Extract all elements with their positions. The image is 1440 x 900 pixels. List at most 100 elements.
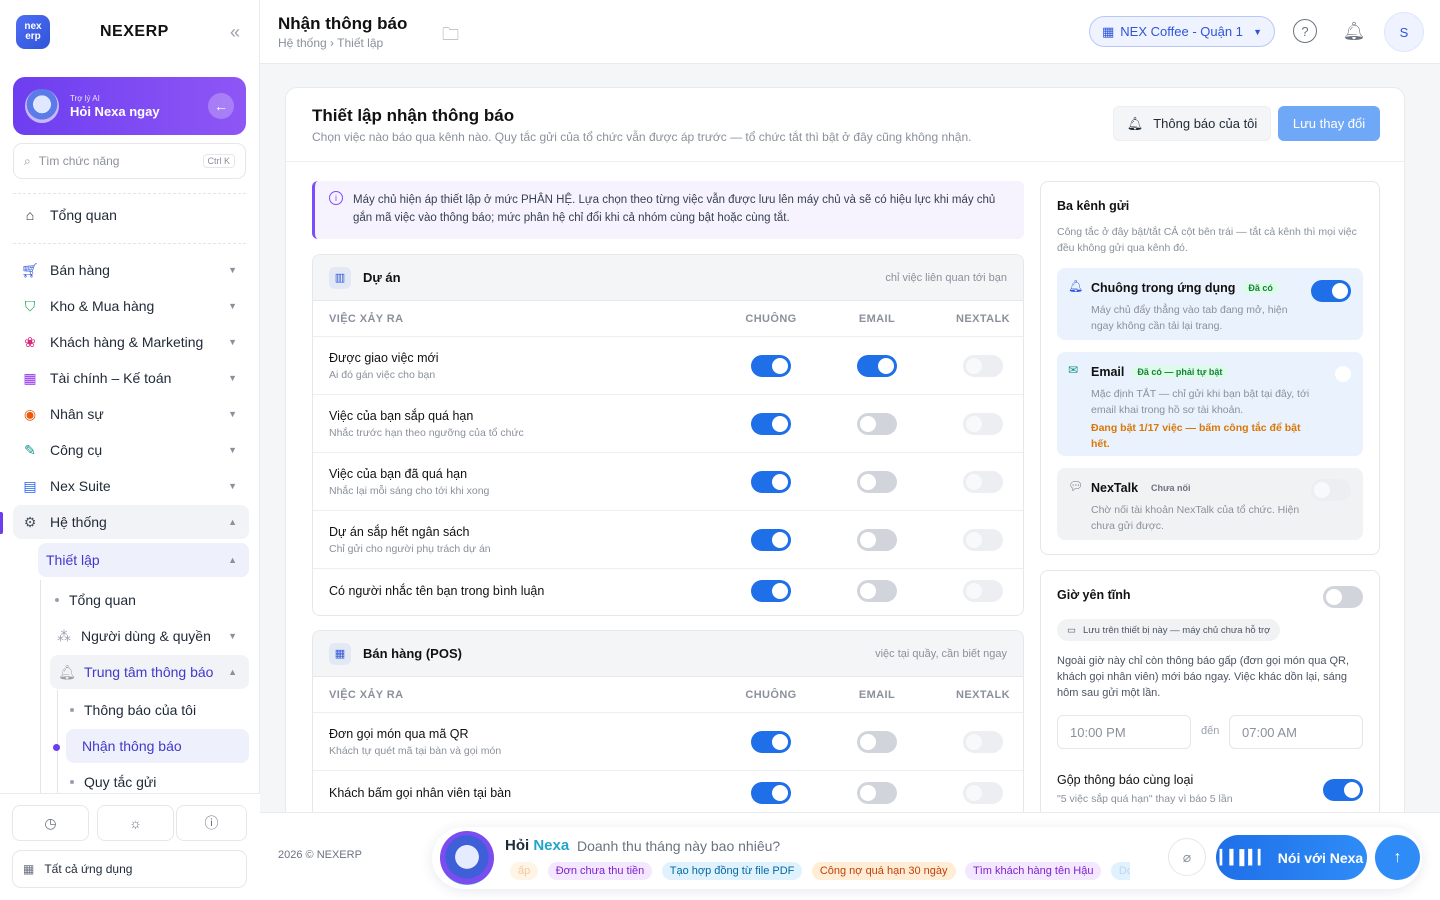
- ask-nexa-card[interactable]: Trợ lý AI Hỏi Nexa ngay ←: [13, 77, 246, 135]
- chevron-down-icon: ▼: [228, 265, 237, 275]
- bell-icon: 🔔︎: [58, 663, 76, 680]
- sidebar-item-users-permissions[interactable]: ⁂ Người dùng & quyền ▼: [47, 619, 249, 653]
- my-notifications-button[interactable]: 🔔︎ Thông báo của tôi: [1113, 106, 1271, 141]
- help-icon[interactable]: ?: [1293, 19, 1317, 43]
- chevron-down-icon: ▼: [228, 373, 237, 383]
- send-button[interactable]: ↑: [1375, 835, 1420, 880]
- sidebar-item-my-notifications[interactable]: Thông báo của tôi: [62, 693, 249, 727]
- nextalk-channel-toggle: [1311, 479, 1351, 501]
- bell-channel-toggle[interactable]: [1311, 280, 1351, 302]
- active-indicator: [0, 512, 3, 534]
- tree-line: [40, 580, 41, 795]
- device-icon: ▭: [1067, 624, 1076, 636]
- suggestion-chip[interactable]: Doa: [1110, 862, 1130, 880]
- search-icon: ⌕: [24, 153, 31, 168]
- settings-card: Thiết lập nhận thông báo Chọn việc nào b…: [285, 87, 1405, 847]
- suggestion-chip[interactable]: Tìm khách hàng tên Hậu: [964, 862, 1102, 880]
- bullet-icon: [70, 708, 74, 712]
- table-row: Có người nhắc tên bạn trong bình luận: [313, 569, 1023, 613]
- table-row: Dự án sắp hết ngân sách Chỉ gửi cho người…: [313, 511, 1023, 569]
- brand-name: NEXERP: [100, 23, 169, 40]
- alert-button[interactable]: ⓘ: [176, 805, 247, 841]
- sidebar-item-receive-notifications[interactable]: Nhận thông báo: [66, 729, 249, 763]
- email-toggle[interactable]: [857, 730, 897, 753]
- page-title: Nhận thông báo: [278, 14, 408, 33]
- email-toggle[interactable]: [857, 354, 897, 377]
- sidebar-item-hr[interactable]: ◉ Nhân sự ▼: [13, 397, 249, 431]
- quiet-start-input[interactable]: 10:00 PM: [1057, 715, 1191, 749]
- talk-to-nexa-button[interactable]: ▎▍▌▍▎ Nói với Nexa: [1216, 835, 1367, 880]
- email-toggle[interactable]: [857, 528, 897, 551]
- ai-card-caption: Trợ lý AI: [70, 93, 100, 103]
- suggestion-chip[interactable]: ấp: [510, 862, 539, 880]
- bell-toggle[interactable]: [751, 580, 791, 602]
- arrow-left-icon: ←: [208, 93, 234, 119]
- bell-toggle[interactable]: [751, 470, 791, 493]
- sidebar-item-sales[interactable]: 🛒︎ Bán hàng ▼: [13, 253, 249, 287]
- bell-toggle[interactable]: [751, 781, 791, 804]
- sidebar-search-input[interactable]: ⌕ Tìm chức năng Ctrl K: [13, 143, 246, 179]
- card-title: Thiết lập nhận thông báo: [312, 106, 515, 125]
- divider: [13, 193, 246, 194]
- suggestion-chip[interactable]: Công nợ quá hạn 30 ngày: [811, 862, 956, 880]
- sidebar-item-setup[interactable]: Thiết lập ▲: [38, 543, 249, 577]
- email-toggle[interactable]: [857, 412, 897, 435]
- store-icon: ▦: [329, 642, 351, 665]
- sidebar-item-setup-overview[interactable]: Tổng quan: [47, 583, 249, 617]
- sidebar-item-finance[interactable]: ▦ Tài chính – Kế toán ▼: [13, 361, 249, 395]
- chevron-up-icon: ▲: [228, 555, 237, 565]
- sidebar-item-nex-suite[interactable]: ▤ Nex Suite ▼: [13, 469, 249, 503]
- bell-toggle[interactable]: [751, 528, 791, 551]
- folder-icon[interactable]: 🗀: [442, 22, 459, 51]
- chevron-up-icon: ▲: [228, 517, 237, 527]
- sidebar-item-system[interactable]: ⚙ Hệ thống ▲: [13, 505, 249, 539]
- bell-icon: 🔔︎: [1068, 279, 1084, 293]
- table-row: Việc của bạn đã quá hạn Nhắc lại mỗi sáng…: [313, 453, 1023, 511]
- chat-icon: 💬︎: [1068, 479, 1084, 493]
- sidebar: nex erp NEXERP « Trợ lý AI Hỏi Nexa ngay …: [0, 0, 260, 900]
- column-header: VIỆC XẢY RA CHUÔNG EMAIL NEXTALK: [313, 677, 1023, 713]
- bell-toggle[interactable]: [751, 730, 791, 753]
- ask-title: Hỏi Nexa: [505, 837, 570, 854]
- all-apps-button[interactable]: ▦ Tất cả ứng dụng: [12, 850, 247, 888]
- merge-toggle[interactable]: [1323, 779, 1363, 801]
- bell-toggle[interactable]: [751, 412, 791, 435]
- breadcrumb[interactable]: Hệ thống › Thiết lập: [278, 36, 383, 50]
- quiet-hours-toggle[interactable]: [1323, 586, 1363, 608]
- store-selector[interactable]: ▦ NEX Coffee - Quận 1 ▼: [1089, 16, 1275, 47]
- to-label: đến: [1201, 725, 1220, 737]
- sidebar-item-inventory[interactable]: ⛉ Kho & Mua hàng ▼: [13, 289, 249, 323]
- sidebar-item-overview[interactable]: ⌂ Tổng quan: [13, 198, 249, 232]
- sidebar-item-crm[interactable]: ❀ Khách hàng & Marketing ▼: [13, 325, 249, 359]
- suggestion-chip[interactable]: Tạo hợp đồng từ file PDF: [661, 862, 803, 880]
- bell-icon: 🔔︎: [1126, 115, 1144, 131]
- sidebar-item-notification-center[interactable]: 🔔︎ Trung tâm thông báo ▲: [50, 655, 249, 689]
- email-channel-toggle[interactable]: [1335, 366, 1351, 382]
- channel-bell: 🔔︎ Chuông trong ứng dụng Đã có Máy chủ đẩ…: [1057, 268, 1363, 340]
- chevron-down-icon: ▼: [228, 301, 237, 311]
- theme-button[interactable]: ☼: [97, 805, 174, 841]
- nexa-robot-icon: [440, 831, 494, 885]
- quiet-hours-panel: Giờ yên tĩnh ▭ Lưu trên thiết bị này — má…: [1040, 570, 1380, 846]
- suggestion-chip[interactable]: Đơn chưa thu tiền: [547, 862, 653, 880]
- server-notice: i Máy chủ hiện áp thiết lập ở mức PHÂN H…: [312, 181, 1024, 239]
- email-warning: Đang bật 1/17 việc — bấm công tắc để bật…: [1091, 422, 1301, 450]
- email-toggle[interactable]: [857, 580, 897, 602]
- nextalk-toggle: [963, 781, 1003, 804]
- collapse-sidebar-icon[interactable]: «: [230, 22, 240, 43]
- sidebar-item-tools[interactable]: ✎ Công cụ ▼: [13, 433, 249, 467]
- ask-input[interactable]: Doanh thu tháng này bao nhiêu?: [577, 838, 780, 854]
- home-icon: ⌂: [25, 207, 35, 223]
- email-toggle[interactable]: [857, 781, 897, 804]
- store-icon: ▦: [1102, 23, 1115, 39]
- avatar[interactable]: S: [1384, 12, 1424, 52]
- email-toggle[interactable]: [857, 470, 897, 493]
- save-button[interactable]: Lưu thay đổi: [1278, 106, 1380, 141]
- history-button[interactable]: ◷: [12, 805, 89, 841]
- bullet-icon: [55, 598, 59, 602]
- attach-button[interactable]: ⌀: [1168, 838, 1206, 876]
- quiet-end-input[interactable]: 07:00 AM: [1229, 715, 1363, 749]
- bell-toggle[interactable]: [751, 354, 791, 377]
- bell-icon[interactable]: 🔔︎: [1342, 19, 1366, 43]
- ask-nexa-bar: Hỏi Nexa Doanh thu tháng này bao nhiêu? …: [432, 827, 1422, 889]
